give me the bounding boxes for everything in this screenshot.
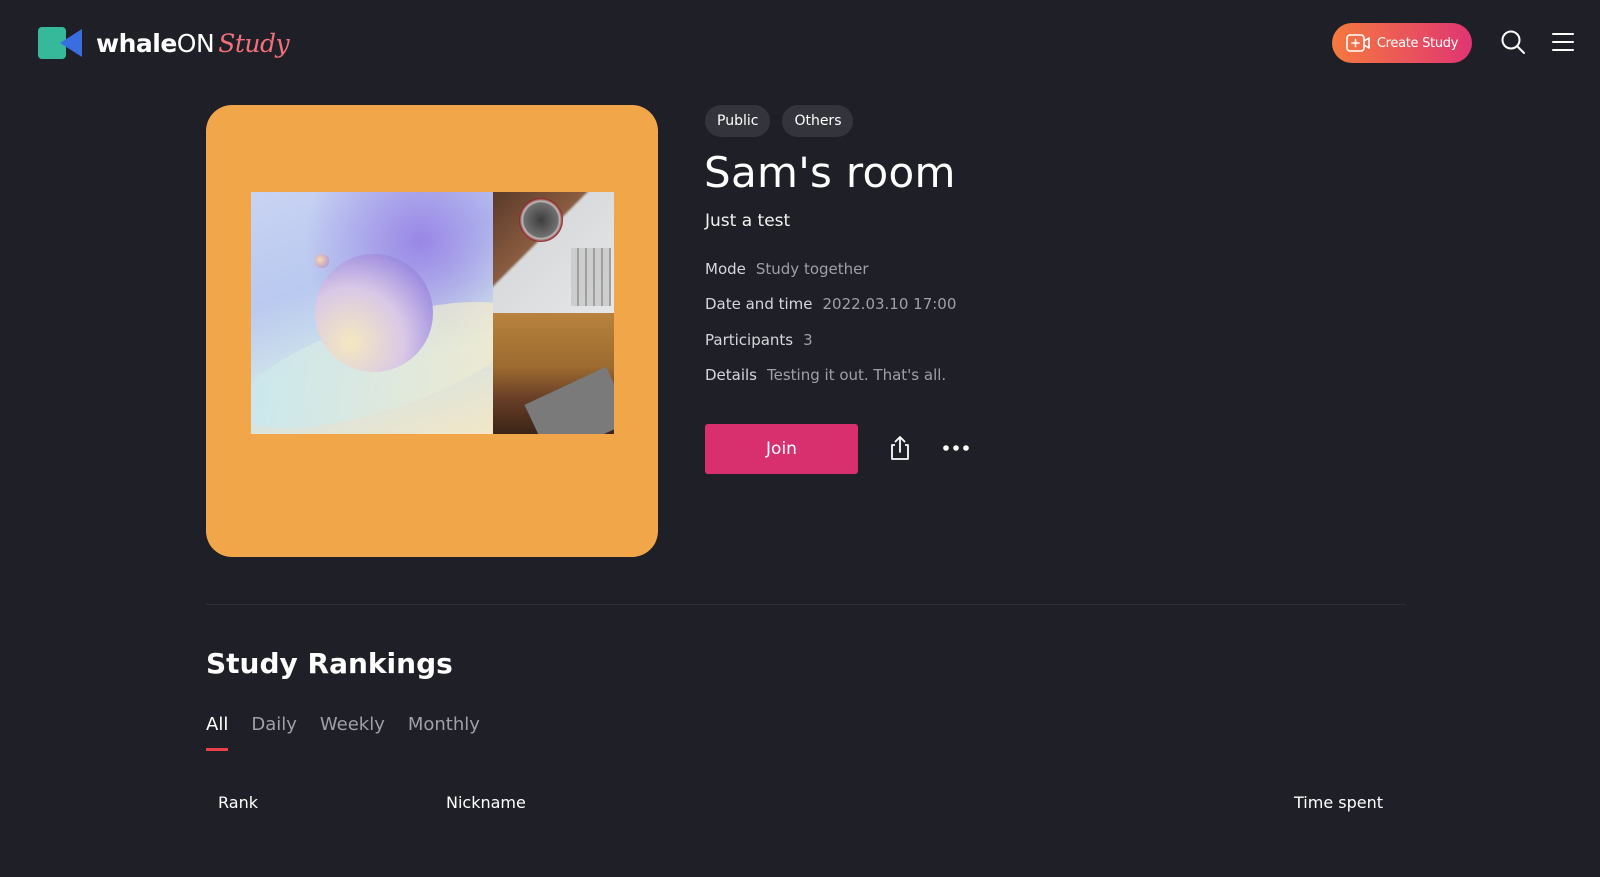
column-rank: Rank: [218, 793, 258, 812]
info-date-time: Date and time 2022.03.10 17:00: [705, 295, 956, 330]
top-bar: whaleON Study Create Study: [0, 0, 1600, 86]
room-title: Sam's room: [704, 148, 956, 197]
info-mode: Mode Study together: [705, 260, 956, 295]
planet-illustration: [251, 192, 493, 434]
join-button[interactable]: Join: [705, 424, 858, 474]
info-label: Details: [705, 365, 758, 384]
typing-laptop-photo: [493, 313, 614, 434]
tag-public: Public: [705, 105, 771, 137]
tab-daily[interactable]: Daily: [251, 714, 297, 752]
info-participants: Participants 3: [705, 331, 956, 366]
create-study-label: Create Study: [1376, 35, 1459, 51]
more-options-icon[interactable]: [942, 444, 970, 452]
add-video-icon: [1346, 34, 1370, 52]
column-time-spent: Time spent: [1294, 793, 1383, 812]
section-divider: [206, 604, 1406, 605]
tab-all[interactable]: All: [206, 714, 229, 752]
tab-weekly[interactable]: Weekly: [320, 714, 385, 752]
create-study-button[interactable]: Create Study: [1332, 23, 1472, 63]
info-label: Date and time: [705, 295, 813, 314]
info-value: Study together: [755, 260, 869, 278]
logo-text: whaleON Study: [96, 28, 290, 58]
info-value: Testing it out. That's all.: [767, 365, 947, 384]
room-subtitle: Just a test: [705, 211, 791, 231]
room-cover-image: [251, 192, 614, 434]
rankings-title: Study Rankings: [206, 647, 453, 680]
info-details: Details Testing it out. That's all.: [705, 366, 956, 401]
room-info: Mode Study together Date and time 2022.03.…: [705, 260, 956, 401]
logo[interactable]: whaleON Study: [38, 27, 290, 59]
room-tags: Public Others: [705, 105, 854, 137]
info-label: Mode: [705, 260, 746, 278]
search-icon[interactable]: [1500, 29, 1526, 55]
tag-others: Others: [782, 105, 854, 137]
hamburger-menu-icon[interactable]: [1552, 31, 1574, 53]
desk-coffee-photo: [493, 192, 614, 313]
info-value: 3: [803, 330, 813, 349]
column-nickname: Nickname: [446, 793, 526, 812]
room-cover-card: [206, 105, 658, 557]
tab-monthly[interactable]: Monthly: [408, 714, 480, 752]
logo-camera-icon: [38, 27, 82, 59]
rankings-table-header: Rank Nickname Time spent: [206, 793, 1406, 817]
info-value: 2022.03.10 17:00: [822, 295, 957, 314]
share-icon[interactable]: [888, 435, 912, 461]
info-label: Participants: [705, 330, 794, 349]
ranking-tabs: All Daily Weekly Monthly: [206, 714, 503, 752]
